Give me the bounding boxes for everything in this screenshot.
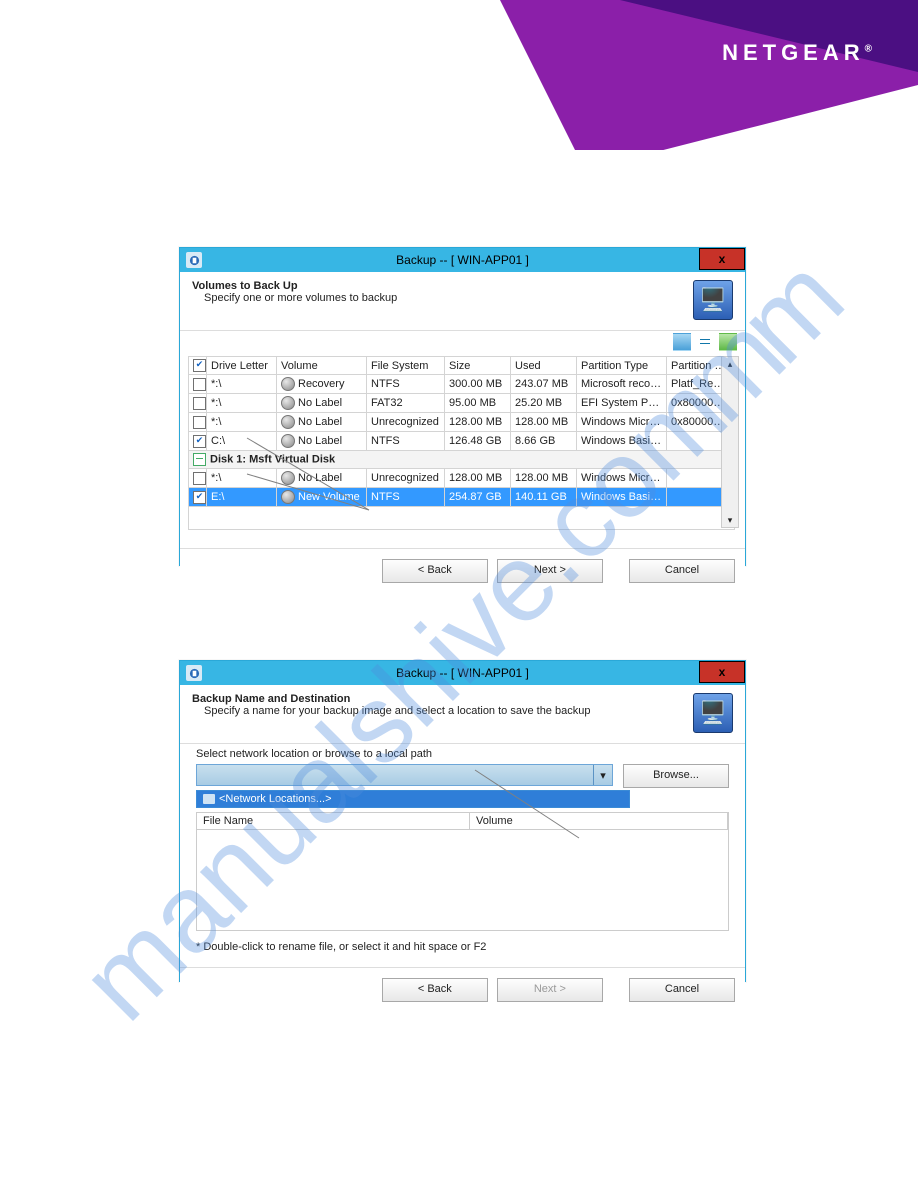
table-row [189, 507, 735, 530]
page-header-banner: NETGEAR® [0, 0, 918, 150]
col-size[interactable]: Size [445, 357, 511, 375]
wizard-step-title: Backup Name and Destination [192, 693, 693, 705]
row-checkbox[interactable] [193, 472, 206, 485]
next-button[interactable]: Next > [497, 559, 603, 583]
select-all-checkbox[interactable] [193, 359, 206, 372]
titlebar: Backup -- [ WIN-APP01 ] x [180, 661, 745, 685]
chevron-down-icon[interactable]: ▾ [593, 765, 612, 785]
disk-icon [281, 377, 295, 391]
app-icon [186, 665, 202, 681]
scroll-down-icon[interactable]: ▾ [722, 513, 738, 527]
brand-logo: NETGEAR® [722, 40, 872, 66]
scrollbar[interactable]: ▴ ▾ [721, 356, 739, 528]
network-locations-option[interactable]: <Network Locations...> [196, 790, 630, 808]
col-drive-letter[interactable]: Drive Letter [207, 357, 277, 375]
row-checkbox[interactable] [193, 378, 206, 391]
table-row[interactable]: *:\ Recovery NTFS 300.00 MB 243.07 MB Mi… [189, 375, 735, 394]
product-icon: 🖥️ [693, 693, 733, 733]
wizard-step-subtitle: Specify a name for your backup image and… [192, 705, 693, 717]
window-title: Backup -- [ WIN-APP01 ] [396, 666, 529, 680]
rename-hint: * Double-click to rename file, or select… [180, 931, 745, 967]
backup-dialog-volumes: Backup -- [ WIN-APP01 ] x Volumes to Bac… [179, 247, 746, 566]
backup-dialog-destination: Backup -- [ WIN-APP01 ] x Backup Name an… [179, 660, 746, 982]
row-checkbox[interactable] [193, 397, 206, 410]
volumes-table[interactable]: Drive Letter Volume File System Size Use… [188, 356, 735, 530]
row-checkbox[interactable] [193, 435, 206, 448]
row-checkbox[interactable] [193, 491, 206, 504]
col-volume[interactable]: Volume [470, 813, 728, 829]
view-grid-icon[interactable] [696, 333, 714, 351]
wizard-header: Backup Name and Destination Specify a na… [180, 685, 745, 744]
disk-icon [281, 434, 295, 448]
row-checkbox[interactable] [193, 416, 206, 429]
table-row[interactable]: *:\ No Label Unrecognized 128.00 MB 128.… [189, 413, 735, 432]
col-used[interactable]: Used [511, 357, 577, 375]
product-icon: 🖥️ [693, 280, 733, 320]
view-toolbar [180, 331, 745, 354]
back-button[interactable]: < Back [382, 559, 488, 583]
col-volume[interactable]: Volume [277, 357, 367, 375]
disk-group-row[interactable]: Disk 1: Msft Virtual Disk [189, 451, 735, 469]
cancel-button[interactable]: Cancel [629, 559, 735, 583]
wizard-step-subtitle: Specify one or more volumes to backup [192, 292, 693, 304]
table-row[interactable]: *:\ No Label Unrecognized 128.00 MB 128.… [189, 469, 735, 488]
disk-icon [281, 490, 295, 504]
wizard-header: Volumes to Back Up Specify one or more v… [180, 272, 745, 331]
wizard-step-title: Volumes to Back Up [192, 280, 693, 292]
collapse-icon[interactable] [193, 453, 206, 466]
titlebar: Backup -- [ WIN-APP01 ] x [180, 248, 745, 272]
network-icon [203, 794, 215, 804]
view-icon-3[interactable] [719, 333, 737, 351]
cancel-button[interactable]: Cancel [629, 978, 735, 1002]
close-button[interactable]: x [699, 248, 745, 270]
scroll-up-icon[interactable]: ▴ [722, 357, 738, 371]
browse-button[interactable]: Browse... [623, 764, 729, 788]
file-list[interactable] [196, 829, 729, 931]
table-row[interactable]: C:\ No Label NTFS 126.48 GB 8.66 GB Wind… [189, 432, 735, 451]
col-file-name[interactable]: File Name [197, 813, 470, 829]
back-button[interactable]: < Back [382, 978, 488, 1002]
col-partition-type[interactable]: Partition Type [577, 357, 667, 375]
disk-icon [281, 415, 295, 429]
col-file-system[interactable]: File System [367, 357, 445, 375]
app-icon [186, 252, 202, 268]
disk-icon [281, 471, 295, 485]
close-button[interactable]: x [699, 661, 745, 683]
view-icon-1[interactable] [673, 333, 691, 351]
disk-icon [281, 396, 295, 410]
close-icon: x [719, 253, 726, 265]
section-label: Select network location or browse to a l… [180, 744, 745, 764]
file-list-header: File Name Volume [196, 812, 729, 829]
table-header-row: Drive Letter Volume File System Size Use… [189, 357, 735, 375]
close-icon: x [719, 666, 726, 678]
table-row[interactable]: *:\ No Label FAT32 95.00 MB 25.20 MB EFI… [189, 394, 735, 413]
location-combobox[interactable]: ▾ [196, 764, 613, 786]
table-row[interactable]: E:\ New Volume NTFS 254.87 GB 140.11 GB … [189, 488, 735, 507]
wizard-footer: < Back Next > Cancel [180, 548, 745, 593]
next-button[interactable]: Next > [497, 978, 603, 1002]
window-title: Backup -- [ WIN-APP01 ] [396, 253, 529, 267]
wizard-footer: < Back Next > Cancel [180, 967, 745, 1012]
